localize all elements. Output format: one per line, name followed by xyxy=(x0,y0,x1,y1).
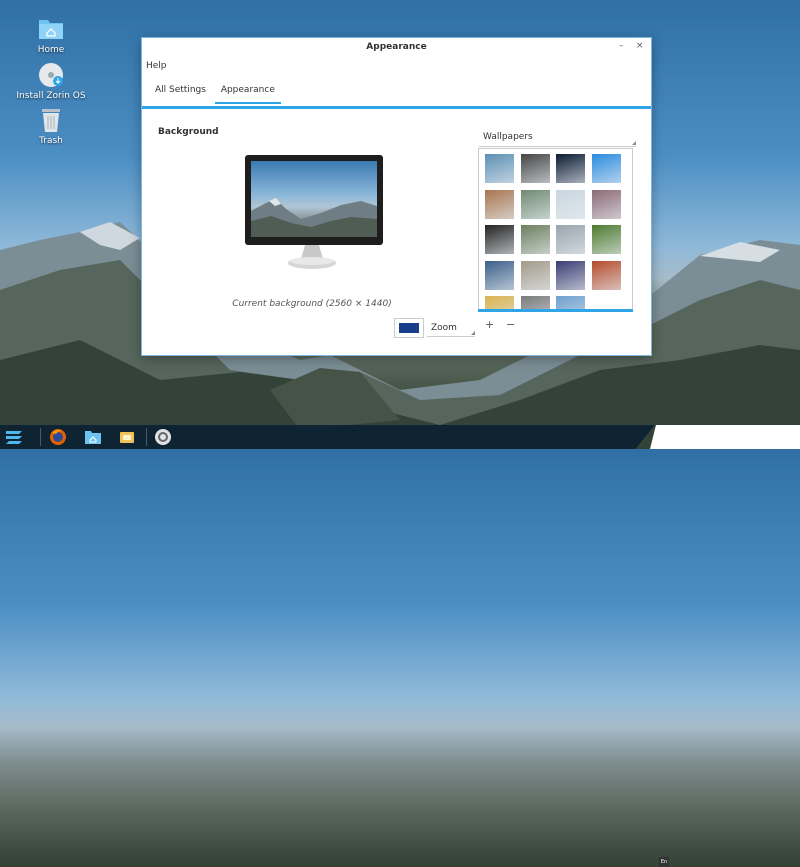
wallpaper-thumbnail[interactable] xyxy=(591,260,621,290)
taskbar-separator xyxy=(146,428,147,446)
background-color-button[interactable] xyxy=(394,318,424,338)
keyboard-layout-indicator[interactable]: En xyxy=(659,857,669,867)
tabs-divider xyxy=(142,106,651,109)
desktop-icon-label: Install Zorin OS xyxy=(16,91,86,101)
wallpaper-thumbnail[interactable] xyxy=(556,154,585,183)
current-background-preview xyxy=(251,161,377,237)
tab-all-settings[interactable]: All Settings xyxy=(149,82,212,104)
wallpaper-thumbnail[interactable] xyxy=(556,189,585,219)
gallery-scroll-indicator xyxy=(478,309,633,312)
zorin-menu-icon[interactable] xyxy=(4,428,22,446)
wallpaper-thumbnail[interactable] xyxy=(485,260,514,290)
dropdown-corner-icon xyxy=(632,141,636,145)
wallpaper-thumbnail[interactable] xyxy=(591,225,621,254)
wallpaper-thumbnail[interactable] xyxy=(520,225,550,254)
install-disc-icon xyxy=(38,62,64,88)
trash-icon xyxy=(38,107,64,133)
wallpapers-select[interactable]: Wallpapers xyxy=(479,128,636,147)
wallpaper-thumbnail[interactable] xyxy=(556,225,585,254)
tray-panel xyxy=(650,425,800,449)
wallpaper-thumbnail[interactable] xyxy=(485,154,514,183)
wallpaper-gallery[interactable] xyxy=(478,148,633,311)
desktop-icon-trash[interactable]: Trash xyxy=(11,107,91,146)
titlebar[interactable]: Appearance – × xyxy=(142,38,651,56)
background-heading: Background xyxy=(158,127,219,137)
wallpaper-thumbnail[interactable] xyxy=(485,189,514,219)
desktop-icon-install[interactable]: Install Zorin OS xyxy=(11,62,91,101)
minimize-button[interactable]: – xyxy=(619,41,624,51)
taskbar-separator xyxy=(40,428,41,446)
appearance-window: Appearance – × Help All Settings Appeara… xyxy=(142,38,651,355)
wallpaper-thumbnail[interactable] xyxy=(556,260,585,290)
monitor-preview xyxy=(245,155,383,245)
window-title: Appearance xyxy=(366,42,427,52)
background-mode-value: Zoom xyxy=(431,323,457,333)
dropdown-corner-icon xyxy=(471,331,475,335)
wallpaper-thumbnail[interactable] xyxy=(520,260,550,290)
wallpaper-thumbnail[interactable] xyxy=(485,225,514,254)
current-background-caption: Current background (2560 × 1440) xyxy=(232,299,392,309)
software-icon[interactable] xyxy=(118,428,136,446)
wallpaper-thumbnail[interactable] xyxy=(520,154,550,183)
wallpapers-select-value: Wallpapers xyxy=(483,132,533,142)
close-button[interactable]: × xyxy=(636,41,644,51)
color-swatch xyxy=(399,323,419,333)
files-icon[interactable] xyxy=(84,428,102,446)
wallpaper-thumbnail[interactable] xyxy=(591,189,621,219)
firefox-icon[interactable] xyxy=(49,428,67,446)
tab-bar: All Settings Appearance xyxy=(149,82,281,104)
desktop-icon-label: Trash xyxy=(39,136,63,146)
help-menu[interactable]: Help xyxy=(146,61,167,71)
wallpaper-thumbnail[interactable] xyxy=(591,154,621,183)
tab-appearance[interactable]: Appearance xyxy=(214,82,281,104)
desktop-icon-label: Home xyxy=(37,45,65,55)
monitor-stand xyxy=(288,245,336,269)
taskbar: En xyxy=(0,425,800,867)
desktop-icon-home[interactable]: Home xyxy=(11,16,91,55)
menubar: Help xyxy=(142,58,167,74)
home-folder-icon xyxy=(38,16,64,42)
add-wallpaper-button[interactable]: + xyxy=(485,318,494,331)
wallpaper-thumbnail[interactable] xyxy=(520,189,550,219)
settings-icon[interactable] xyxy=(154,428,172,446)
background-mode-select[interactable]: Zoom xyxy=(427,320,475,337)
remove-wallpaper-button[interactable]: − xyxy=(506,318,515,331)
